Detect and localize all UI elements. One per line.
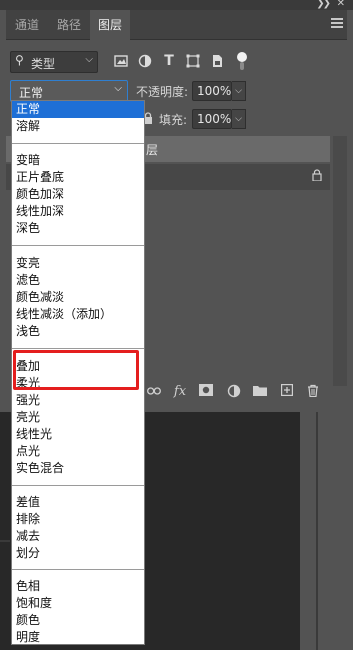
blend-option[interactable]: 变亮 xyxy=(12,255,144,272)
blend-option[interactable]: 线性光 xyxy=(12,426,144,443)
blend-option[interactable]: 明度 xyxy=(12,629,144,646)
filter-toggle-icon[interactable] xyxy=(236,52,248,72)
tab-channels[interactable]: 通道 xyxy=(8,10,46,40)
blend-option[interactable]: 划分 xyxy=(12,545,144,562)
blend-mode-dropdown: 正常 溶解 变暗 正片叠底 颜色加深 线性加深 深色 变亮 滤色 颜色减淡 线性… xyxy=(11,100,145,645)
tab-paths[interactable]: 路径 xyxy=(50,10,88,40)
blend-option[interactable]: 深色 xyxy=(12,220,144,237)
blend-option[interactable]: 点光 xyxy=(12,443,144,460)
group-folder-icon[interactable] xyxy=(252,384,268,400)
new-layer-icon[interactable] xyxy=(279,384,295,400)
menu-separator xyxy=(12,245,144,246)
blend-option[interactable]: 线性减淡（添加） xyxy=(12,306,144,323)
panel-title-bar: ❯❯ ✕ xyxy=(0,0,353,10)
blend-row: 正常 ⌵ 不透明度: 100% ⌵ xyxy=(6,80,347,102)
smart-object-filter-icon[interactable] xyxy=(210,54,224,68)
blend-option[interactable]: 正片叠底 xyxy=(12,169,144,186)
divider xyxy=(0,540,10,542)
blend-option[interactable]: 颜色 xyxy=(12,612,144,629)
opacity-label: 不透明度: xyxy=(136,85,189,99)
chevron-down-icon: ⌵ xyxy=(114,83,122,94)
lock-icon xyxy=(312,169,322,184)
adjustment-layer-icon[interactable] xyxy=(226,384,242,400)
chevron-down-icon: ⌵ xyxy=(85,54,93,65)
image-filter-icon[interactable] xyxy=(114,54,128,68)
opacity-input[interactable]: 100% xyxy=(192,81,232,101)
adjustment-filter-icon[interactable] xyxy=(138,54,152,68)
mask-icon[interactable] xyxy=(198,384,214,400)
blend-option[interactable]: 变暗 xyxy=(12,152,144,169)
layer-name: 层 xyxy=(146,143,159,157)
blend-option[interactable]: 颜色加深 xyxy=(12,186,144,203)
menu-separator xyxy=(12,569,144,570)
chevron-down-icon[interactable]: ⌵ xyxy=(232,109,246,129)
layer-kind-label: 类型 xyxy=(31,57,56,71)
blend-option[interactable]: 浅色 xyxy=(12,323,144,340)
close-icon[interactable]: ✕ xyxy=(337,0,345,9)
type-filter-icon[interactable]: T xyxy=(162,54,176,68)
blend-option[interactable]: 颜色减淡 xyxy=(12,289,144,306)
right-dock xyxy=(300,412,353,650)
fill-label: 填充: xyxy=(159,113,188,127)
panel-menu-icon[interactable] xyxy=(331,18,343,28)
panel-tabs: 通道 路径 图层 xyxy=(6,10,347,41)
blend-option[interactable]: 强光 xyxy=(12,392,144,409)
menu-separator xyxy=(12,485,144,486)
menu-separator xyxy=(12,348,144,349)
trash-icon[interactable] xyxy=(305,384,321,400)
tab-layers[interactable]: 图层 xyxy=(90,10,130,41)
search-icon: ⚲ xyxy=(15,53,24,67)
blend-option[interactable]: 减去 xyxy=(12,528,144,545)
double-chevron-right-icon[interactable]: ❯❯ xyxy=(316,0,331,9)
blend-option[interactable]: 正常 xyxy=(12,101,144,118)
blend-option[interactable]: 溶解 xyxy=(12,118,144,135)
menu-separator xyxy=(12,143,144,144)
blend-option[interactable]: 差值 xyxy=(12,494,144,511)
layer-filter-row: ⚲ 类型 ⌵ T xyxy=(6,51,347,73)
blend-option[interactable]: 线性加深 xyxy=(12,203,144,220)
blend-option[interactable]: 叠加 xyxy=(12,358,144,375)
chevron-down-icon[interactable]: ⌵ xyxy=(232,81,246,101)
link-icon[interactable] xyxy=(146,384,162,400)
fill-input[interactable]: 100% xyxy=(192,109,232,129)
blend-option[interactable]: 柔光 xyxy=(12,375,144,392)
shape-filter-icon[interactable] xyxy=(186,54,200,68)
scrollbar[interactable] xyxy=(333,136,347,386)
blend-option[interactable]: 色相 xyxy=(12,578,144,595)
blend-option[interactable]: 滤色 xyxy=(12,272,144,289)
blend-mode-select[interactable]: 正常 ⌵ xyxy=(10,80,128,102)
blend-option[interactable]: 亮光 xyxy=(12,409,144,426)
fx-icon[interactable]: fx xyxy=(172,384,188,400)
blend-option[interactable]: 实色混合 xyxy=(12,460,144,477)
blend-option[interactable]: 排除 xyxy=(12,511,144,528)
layer-kind-select[interactable]: ⚲ 类型 ⌵ xyxy=(10,51,98,73)
blend-option[interactable]: 饱和度 xyxy=(12,595,144,612)
blend-mode-value: 正常 xyxy=(19,86,44,100)
